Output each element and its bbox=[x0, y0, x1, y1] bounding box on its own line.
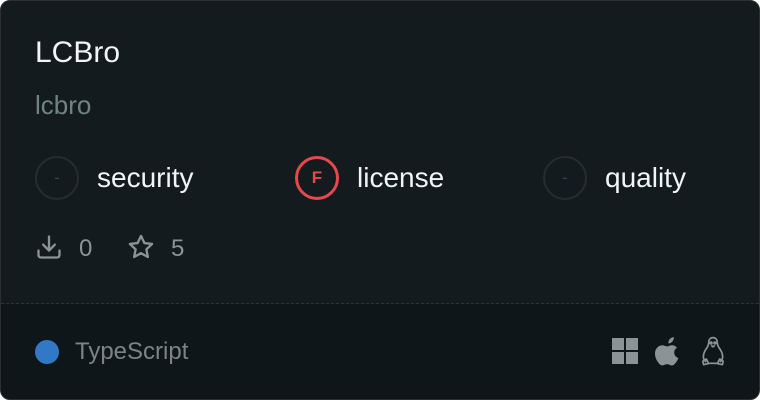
license-label: license bbox=[357, 162, 445, 193]
star-icon bbox=[127, 233, 155, 266]
language-tag: TypeScript bbox=[35, 338, 189, 365]
windows-icon bbox=[610, 334, 640, 368]
download-icon bbox=[35, 233, 63, 266]
downloads-stat: 0 bbox=[35, 234, 92, 264]
package-card[interactable]: LCBro lcbro - security F license - quali… bbox=[0, 0, 760, 400]
downloads-count: 0 bbox=[79, 235, 93, 262]
linux-icon bbox=[698, 334, 728, 368]
package-title[interactable]: LCBro bbox=[35, 35, 120, 71]
quality-grade-badge: - bbox=[543, 156, 587, 200]
quality-label: quality bbox=[605, 162, 686, 193]
security-label: security bbox=[97, 162, 194, 193]
score-quality[interactable]: - quality bbox=[543, 154, 686, 202]
stars-stat: 5 bbox=[127, 234, 184, 264]
license-grade-badge: F bbox=[295, 156, 339, 200]
language-name: TypeScript bbox=[75, 338, 189, 365]
score-license[interactable]: F license bbox=[295, 154, 444, 202]
score-security[interactable]: - security bbox=[35, 154, 193, 202]
package-name: lcbro bbox=[35, 90, 92, 120]
apple-icon bbox=[654, 334, 684, 368]
security-grade-badge: - bbox=[35, 156, 79, 200]
language-color-dot bbox=[35, 340, 59, 364]
stars-count: 5 bbox=[171, 235, 185, 262]
